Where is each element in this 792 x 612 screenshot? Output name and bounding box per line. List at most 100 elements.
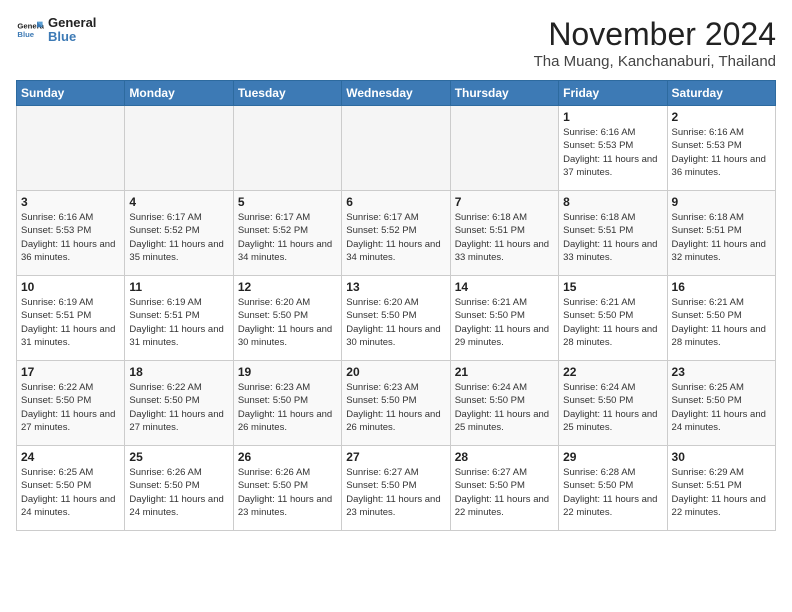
- day-number: 25: [129, 450, 228, 464]
- calendar-cell: 29Sunrise: 6:28 AMSunset: 5:50 PMDayligh…: [559, 446, 667, 531]
- day-number: 24: [21, 450, 120, 464]
- day-number: 16: [672, 280, 771, 294]
- day-info: Sunrise: 6:27 AMSunset: 5:50 PMDaylight:…: [455, 466, 554, 519]
- svg-text:Blue: Blue: [17, 30, 34, 39]
- day-info: Sunrise: 6:26 AMSunset: 5:50 PMDaylight:…: [129, 466, 228, 519]
- week-row-2: 3 Sunrise: 6:16 AMSunset: 5:53 PMDaylight…: [17, 191, 776, 276]
- day-info: Sunrise: 6:27 AMSunset: 5:50 PMDaylight:…: [346, 466, 445, 519]
- calendar-cell: 28 Sunrise: 6:27 AMSunset: 5:50 PMDayligh…: [450, 446, 558, 531]
- calendar-cell: 17 Sunrise: 6:22 AMSunset: 5:50 PMDayligh…: [17, 361, 125, 446]
- day-number: 3: [21, 195, 120, 209]
- day-number: 27: [346, 450, 445, 464]
- day-info: Sunrise: 6:29 AMSunset: 5:51 PMDaylight:…: [672, 466, 771, 519]
- day-number: 21: [455, 365, 554, 379]
- calendar-cell: 6 Sunrise: 6:17 AMSunset: 5:52 PMDaylight…: [342, 191, 450, 276]
- day-info: Sunrise: 6:20 AMSunset: 5:50 PMDaylight:…: [346, 296, 445, 349]
- calendar-cell: 11 Sunrise: 6:19 AMSunset: 5:51 PMDayligh…: [125, 276, 233, 361]
- day-number: 23: [672, 365, 771, 379]
- day-info: Sunrise: 6:24 AMSunset: 5:50 PMDaylight:…: [563, 381, 662, 434]
- calendar-cell: 2 Sunrise: 6:16 AMSunset: 5:53 PMDaylight…: [667, 106, 775, 191]
- day-info: Sunrise: 6:16 AMSunset: 5:53 PMDaylight:…: [672, 126, 771, 179]
- calendar-cell: [125, 106, 233, 191]
- calendar-cell: 5 Sunrise: 6:17 AMSunset: 5:52 PMDaylight…: [233, 191, 341, 276]
- day-info: Sunrise: 6:24 AMSunset: 5:50 PMDaylight:…: [455, 381, 554, 434]
- day-number: 20: [346, 365, 445, 379]
- title-section: November 2024 Tha Muang, Kanchanaburi, T…: [534, 16, 776, 70]
- calendar-cell: [450, 106, 558, 191]
- month-title: November 2024: [534, 16, 776, 53]
- day-info: Sunrise: 6:19 AMSunset: 5:51 PMDaylight:…: [21, 296, 120, 349]
- day-number: 9: [672, 195, 771, 209]
- calendar-cell: 13 Sunrise: 6:20 AMSunset: 5:50 PMDayligh…: [342, 276, 450, 361]
- calendar-cell: 27 Sunrise: 6:27 AMSunset: 5:50 PMDayligh…: [342, 446, 450, 531]
- calendar-cell: 3 Sunrise: 6:16 AMSunset: 5:53 PMDaylight…: [17, 191, 125, 276]
- calendar-cell: [17, 106, 125, 191]
- day-info: Sunrise: 6:23 AMSunset: 5:50 PMDaylight:…: [238, 381, 337, 434]
- calendar-cell: 21 Sunrise: 6:24 AMSunset: 5:50 PMDayligh…: [450, 361, 558, 446]
- day-header-sunday: Sunday: [17, 81, 125, 106]
- day-info: Sunrise: 6:16 AMSunset: 5:53 PMDaylight:…: [563, 126, 662, 179]
- day-info: Sunrise: 6:17 AMSunset: 5:52 PMDaylight:…: [346, 211, 445, 264]
- day-number: 11: [129, 280, 228, 294]
- day-header-thursday: Thursday: [450, 81, 558, 106]
- calendar-cell: 19Sunrise: 6:23 AMSunset: 5:50 PMDayligh…: [233, 361, 341, 446]
- logo-blue: Blue: [48, 30, 96, 44]
- page-header: General Blue General Blue November 2024 …: [16, 16, 776, 70]
- calendar-cell: 12 Sunrise: 6:20 AMSunset: 5:50 PMDayligh…: [233, 276, 341, 361]
- day-info: Sunrise: 6:25 AMSunset: 5:50 PMDaylight:…: [21, 466, 120, 519]
- calendar-cell: [342, 106, 450, 191]
- day-header-wednesday: Wednesday: [342, 81, 450, 106]
- day-number: 26: [238, 450, 337, 464]
- day-number: 7: [455, 195, 554, 209]
- location: Tha Muang, Kanchanaburi, Thailand: [534, 53, 776, 70]
- day-number: 12: [238, 280, 337, 294]
- day-number: 4: [129, 195, 228, 209]
- day-number: 13: [346, 280, 445, 294]
- calendar-cell: 4 Sunrise: 6:17 AMSunset: 5:52 PMDaylight…: [125, 191, 233, 276]
- day-number: 17: [21, 365, 120, 379]
- day-info: Sunrise: 6:17 AMSunset: 5:52 PMDaylight:…: [129, 211, 228, 264]
- calendar-cell: 1 Sunrise: 6:16 AMSunset: 5:53 PMDaylight…: [559, 106, 667, 191]
- day-number: 22: [563, 365, 662, 379]
- day-info: Sunrise: 6:21 AMSunset: 5:50 PMDaylight:…: [455, 296, 554, 349]
- day-number: 5: [238, 195, 337, 209]
- calendar-cell: 8Sunrise: 6:18 AMSunset: 5:51 PMDaylight…: [559, 191, 667, 276]
- day-info: Sunrise: 6:18 AMSunset: 5:51 PMDaylight:…: [672, 211, 771, 264]
- day-info: Sunrise: 6:28 AMSunset: 5:50 PMDaylight:…: [563, 466, 662, 519]
- day-number: 30: [672, 450, 771, 464]
- week-row-3: 10Sunrise: 6:19 AMSunset: 5:51 PMDayligh…: [17, 276, 776, 361]
- day-header-friday: Friday: [559, 81, 667, 106]
- week-row-5: 24 Sunrise: 6:25 AMSunset: 5:50 PMDayligh…: [17, 446, 776, 531]
- calendar-cell: 24 Sunrise: 6:25 AMSunset: 5:50 PMDayligh…: [17, 446, 125, 531]
- calendar-cell: 22 Sunrise: 6:24 AMSunset: 5:50 PMDayligh…: [559, 361, 667, 446]
- day-info: Sunrise: 6:25 AMSunset: 5:50 PMDaylight:…: [672, 381, 771, 434]
- day-info: Sunrise: 6:21 AMSunset: 5:50 PMDaylight:…: [672, 296, 771, 349]
- day-number: 8: [563, 195, 662, 209]
- day-info: Sunrise: 6:26 AMSunset: 5:50 PMDaylight:…: [238, 466, 337, 519]
- calendar-cell: 23 Sunrise: 6:25 AMSunset: 5:50 PMDayligh…: [667, 361, 775, 446]
- calendar-cell: 26 Sunrise: 6:26 AMSunset: 5:50 PMDayligh…: [233, 446, 341, 531]
- day-number: 18: [129, 365, 228, 379]
- day-info: Sunrise: 6:17 AMSunset: 5:52 PMDaylight:…: [238, 211, 337, 264]
- day-info: Sunrise: 6:20 AMSunset: 5:50 PMDaylight:…: [238, 296, 337, 349]
- day-number: 1: [563, 110, 662, 124]
- days-header-row: SundayMondayTuesdayWednesdayThursdayFrid…: [17, 81, 776, 106]
- calendar-cell: 25 Sunrise: 6:26 AMSunset: 5:50 PMDayligh…: [125, 446, 233, 531]
- calendar-table: SundayMondayTuesdayWednesdayThursdayFrid…: [16, 80, 776, 531]
- day-info: Sunrise: 6:16 AMSunset: 5:53 PMDaylight:…: [21, 211, 120, 264]
- logo: General Blue General Blue: [16, 16, 96, 45]
- calendar-cell: 20Sunrise: 6:23 AMSunset: 5:50 PMDayligh…: [342, 361, 450, 446]
- day-number: 6: [346, 195, 445, 209]
- day-number: 2: [672, 110, 771, 124]
- day-info: Sunrise: 6:22 AMSunset: 5:50 PMDaylight:…: [21, 381, 120, 434]
- day-number: 14: [455, 280, 554, 294]
- calendar-cell: 7Sunrise: 6:18 AMSunset: 5:51 PMDaylight…: [450, 191, 558, 276]
- week-row-1: 1 Sunrise: 6:16 AMSunset: 5:53 PMDaylight…: [17, 106, 776, 191]
- day-info: Sunrise: 6:22 AMSunset: 5:50 PMDaylight:…: [129, 381, 228, 434]
- day-header-monday: Monday: [125, 81, 233, 106]
- day-header-tuesday: Tuesday: [233, 81, 341, 106]
- day-info: Sunrise: 6:19 AMSunset: 5:51 PMDaylight:…: [129, 296, 228, 349]
- calendar-cell: 15Sunrise: 6:21 AMSunset: 5:50 PMDayligh…: [559, 276, 667, 361]
- calendar-cell: 10Sunrise: 6:19 AMSunset: 5:51 PMDayligh…: [17, 276, 125, 361]
- day-number: 28: [455, 450, 554, 464]
